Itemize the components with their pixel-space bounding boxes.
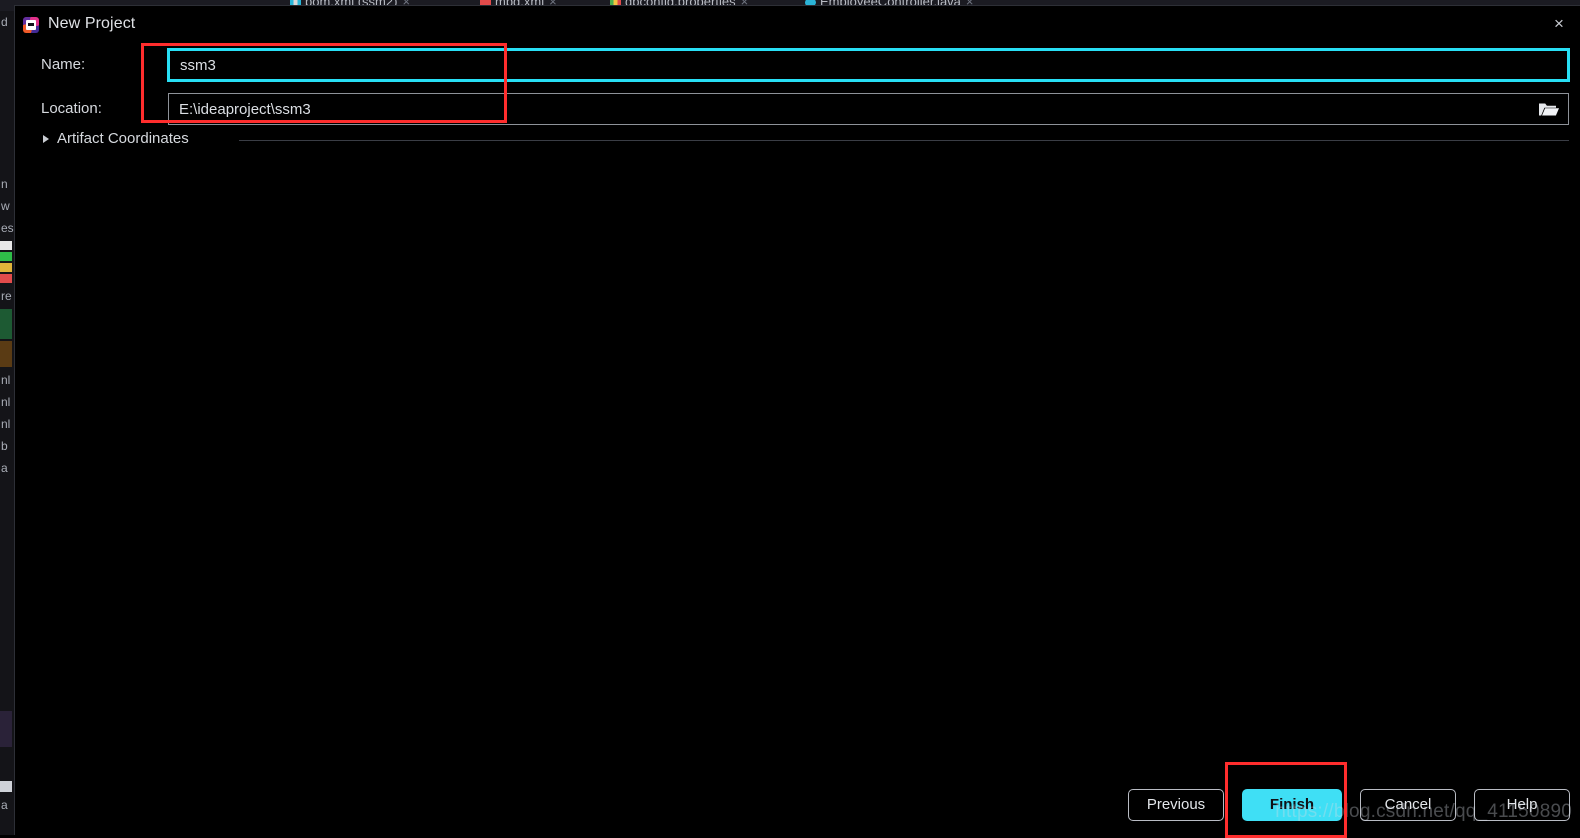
form-row-name: Name: xyxy=(15,44,1580,88)
new-project-dialog: New Project × Name: Location: xyxy=(14,5,1580,835)
fragment-text: w xyxy=(1,199,10,213)
chevron-right-icon xyxy=(43,134,49,143)
name-field-wrap xyxy=(168,49,1569,81)
fragment-text: es xyxy=(1,221,14,235)
fragment-text: a xyxy=(1,798,8,812)
project-name-input[interactable] xyxy=(168,49,1569,81)
folder-open-icon[interactable] xyxy=(1538,100,1560,118)
fragment-text: n xyxy=(1,177,8,191)
artifact-coordinates-section: Artifact Coordinates xyxy=(15,128,1580,154)
section-divider xyxy=(239,140,1569,141)
location-label: Location: xyxy=(41,100,102,117)
fragment-swatch xyxy=(0,341,12,367)
fragment-swatch xyxy=(0,711,12,747)
fragment-text: nl xyxy=(1,373,11,387)
fragment-swatch xyxy=(0,252,12,261)
previous-button[interactable]: Previous xyxy=(1128,789,1224,821)
dialog-footer: Previous Finish Cancel Help xyxy=(1128,789,1570,821)
cancel-button[interactable]: Cancel xyxy=(1360,789,1456,821)
ide-left-edge-fragment: d n w es re nl nl nl b a a xyxy=(0,11,14,835)
project-form: Name: Location: xyxy=(15,44,1580,132)
project-location-input[interactable] xyxy=(168,93,1569,125)
fragment-text: a xyxy=(1,461,8,475)
fragment-swatch xyxy=(0,263,12,272)
fragment-swatch xyxy=(0,241,12,250)
fragment-swatch xyxy=(0,274,12,283)
close-icon[interactable]: × xyxy=(1546,12,1572,36)
intellij-idea-icon xyxy=(23,17,39,33)
fragment-text: d xyxy=(1,15,8,29)
artifact-coordinates-label: Artifact Coordinates xyxy=(57,130,189,147)
form-row-location: Location: xyxy=(15,88,1580,132)
fragment-swatch xyxy=(0,781,12,792)
name-label: Name: xyxy=(41,56,86,73)
fragment-text: b xyxy=(1,439,8,453)
fragment-text: re xyxy=(1,289,12,303)
fragment-swatch xyxy=(0,309,12,339)
fragment-text: nl xyxy=(1,395,11,409)
dialog-title: New Project xyxy=(48,15,136,32)
location-field-wrap xyxy=(168,93,1569,125)
help-button[interactable]: Help xyxy=(1474,789,1570,821)
artifact-coordinates-toggle[interactable]: Artifact Coordinates xyxy=(43,130,189,147)
finish-button[interactable]: Finish xyxy=(1242,789,1342,821)
dialog-titlebar: New Project × xyxy=(15,6,1580,44)
fragment-text: nl xyxy=(1,417,11,431)
